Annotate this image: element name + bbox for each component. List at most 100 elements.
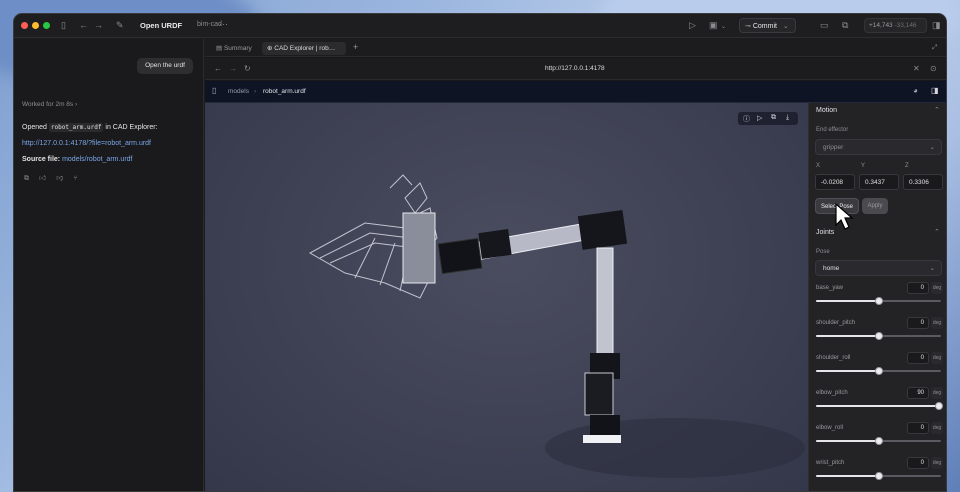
joint-slider[interactable] bbox=[816, 402, 943, 410]
chevron-up-icon[interactable]: ⌃ bbox=[934, 228, 940, 236]
joint-value-input[interactable]: 0 bbox=[907, 317, 929, 329]
more-options-icon[interactable]: ··· bbox=[219, 19, 228, 29]
thumbs-down-icon[interactable]: 👎︎ bbox=[56, 175, 63, 182]
joint-slider-fill bbox=[816, 370, 879, 372]
commit-button[interactable]: ⊸ Commit ⌄ bbox=[739, 18, 796, 33]
joint-slider[interactable] bbox=[816, 367, 941, 375]
editor-icon[interactable]: ▣ bbox=[709, 20, 718, 31]
breadcrumb-folder[interactable]: models bbox=[228, 88, 249, 95]
joint-slider-thumb[interactable] bbox=[874, 332, 883, 340]
thumbs-up-icon[interactable]: 👍︎ bbox=[39, 175, 46, 182]
browser-pane: ▤ Summary ⊕ CAD Explorer | rob… + ⤢ ← → … bbox=[205, 39, 946, 491]
sidebar-toggle-icon[interactable]: ▯ bbox=[212, 86, 216, 95]
viewport-toolbar: ⓘ ▷ ⧉ ⤓ bbox=[737, 111, 799, 126]
app-window: ▯ ← → ✎ Open URDF bim-cad ··· ▷ ▣ ⌄ ⊸ Co… bbox=[13, 13, 947, 492]
joint-slider-fill bbox=[816, 475, 879, 477]
joint-value-input[interactable]: 0 bbox=[907, 457, 929, 469]
worked-duration-label: Worked for 2m 8s bbox=[22, 101, 74, 108]
new-chat-icon[interactable]: ✎ bbox=[116, 20, 124, 31]
x-input[interactable]: -0.0208 bbox=[815, 174, 855, 190]
joints-title: Joints bbox=[816, 229, 835, 236]
cad-explorer-link[interactable]: http://127.0.0.1:4178/?file=robot_arm.ur… bbox=[22, 140, 151, 147]
joint-value-input[interactable]: 90 bbox=[907, 387, 929, 399]
cad-explorer-header: ▯ models › robot_arm.urdf ◕ ◨ bbox=[205, 81, 946, 103]
wrist-servo-b bbox=[584, 372, 614, 416]
floor-shadow bbox=[545, 418, 805, 478]
zoom-window-button[interactable] bbox=[43, 22, 50, 29]
forward-arrow-icon[interactable]: → bbox=[94, 20, 103, 31]
breadcrumb-separator: › bbox=[254, 88, 257, 95]
sidebar-toggle-icon[interactable]: ▯ bbox=[61, 20, 66, 31]
joint-unit: deg bbox=[931, 457, 943, 469]
joint-slider-thumb[interactable] bbox=[874, 367, 883, 375]
url-field[interactable]: http://127.0.0.1:4178 bbox=[545, 65, 605, 72]
info-icon[interactable]: ⓘ bbox=[743, 114, 750, 124]
apply-button[interactable]: Apply bbox=[862, 198, 888, 214]
close-window-button[interactable] bbox=[21, 22, 28, 29]
back-arrow-icon[interactable]: ← bbox=[79, 20, 88, 31]
close-icon[interactable]: ✕ bbox=[913, 64, 920, 73]
opened-message: Opened robot_arm.urdf in CAD Explorer: bbox=[22, 123, 158, 132]
new-tab-button[interactable]: + bbox=[348, 40, 363, 53]
chevron-down-icon[interactable]: ⌄ bbox=[721, 22, 726, 33]
joint-slider[interactable] bbox=[816, 472, 941, 480]
z-input[interactable]: 0.3306 bbox=[903, 174, 943, 190]
joint-name: shoulder_pitch bbox=[816, 320, 856, 326]
forearm-link bbox=[596, 247, 614, 359]
panel-toggle-icon[interactable]: ◨ bbox=[932, 20, 941, 31]
joint-name: wrist_pitch bbox=[816, 460, 845, 466]
source-file-label: Source file: bbox=[22, 156, 61, 163]
end-effector-value: gripper bbox=[823, 144, 844, 151]
source-file-path[interactable]: models/robot_arm.urdf bbox=[62, 156, 132, 163]
tab-summary[interactable]: ▤ Summary bbox=[211, 42, 257, 55]
3d-viewport[interactable]: ⓘ ▷ ⧉ ⤓ bbox=[205, 103, 808, 491]
joint-slider[interactable] bbox=[816, 437, 941, 445]
diff-stats[interactable]: +14,743 -33,146 bbox=[864, 18, 927, 33]
joint-slider-thumb[interactable] bbox=[874, 472, 883, 480]
tab-summary-label: Summary bbox=[223, 45, 252, 52]
y-input[interactable]: 0.3437 bbox=[859, 174, 899, 190]
forward-arrow-icon[interactable]: → bbox=[229, 64, 237, 73]
run-icon[interactable]: ▷ bbox=[689, 20, 696, 31]
summary-icon: ▤ bbox=[216, 45, 223, 52]
panel-layout-icon[interactable]: ◨ bbox=[931, 86, 939, 95]
palette-icon[interactable]: ◕ bbox=[913, 86, 918, 95]
download-icon[interactable]: ⤓ bbox=[786, 114, 789, 122]
joint-slider-thumb[interactable] bbox=[874, 297, 883, 305]
terminal-icon[interactable]: ▭ bbox=[820, 20, 829, 31]
fork-icon[interactable]: ⑂ bbox=[73, 175, 77, 182]
opened-suffix: in CAD Explorer: bbox=[105, 124, 158, 131]
worked-duration[interactable]: Worked for 2m 8s › bbox=[22, 101, 77, 108]
play-icon[interactable]: ▷ bbox=[757, 114, 762, 122]
minimize-window-button[interactable] bbox=[32, 22, 39, 29]
joint-unit: deg bbox=[931, 282, 943, 294]
joint-slider-thumb[interactable] bbox=[934, 402, 943, 410]
end-effector-select[interactable]: gripper ⌄ bbox=[815, 139, 942, 155]
commit-label: Commit bbox=[752, 23, 777, 30]
pose-select[interactable]: home ⌄ bbox=[815, 260, 942, 276]
title-bar: ▯ ← → ✎ Open URDF bim-cad ··· ▷ ▣ ⌄ ⊸ Co… bbox=[14, 14, 946, 38]
y-axis-label: Y bbox=[861, 163, 866, 169]
message-actions: ⧉ 👍︎ 👎︎ ⑂ bbox=[24, 173, 86, 183]
joint-slider[interactable] bbox=[816, 332, 941, 340]
copy-icon[interactable]: ⧉ bbox=[842, 20, 848, 31]
copy-icon[interactable]: ⧉ bbox=[24, 175, 29, 182]
joint-slider-fill bbox=[816, 300, 879, 302]
expand-icon[interactable]: ⤢ bbox=[927, 42, 942, 55]
joint-value-input[interactable]: 0 bbox=[907, 282, 929, 294]
address-bar: ← → ↻ http://127.0.0.1:4178 ✕ ⊙ bbox=[205, 58, 946, 80]
tab-cad-explorer[interactable]: ⊕ CAD Explorer | rob… bbox=[262, 42, 346, 55]
joint-slider-thumb[interactable] bbox=[874, 437, 883, 445]
motion-title: Motion bbox=[816, 107, 838, 114]
joint-value-input[interactable]: 0 bbox=[907, 422, 929, 434]
chevron-up-icon[interactable]: ⌃ bbox=[934, 106, 940, 114]
duplicate-icon[interactable]: ⧉ bbox=[771, 114, 776, 122]
chevron-right-icon: › bbox=[75, 101, 78, 108]
joint-slider[interactable] bbox=[816, 297, 941, 305]
joint-value-input[interactable]: 0 bbox=[907, 352, 929, 364]
back-arrow-icon[interactable]: ← bbox=[214, 64, 222, 73]
reload-icon[interactable]: ↻ bbox=[244, 64, 251, 73]
settings-icon[interactable]: ⊙ bbox=[930, 64, 937, 73]
joint-name: shoulder_roll bbox=[816, 355, 851, 361]
window-title: Open URDF bbox=[140, 21, 183, 30]
